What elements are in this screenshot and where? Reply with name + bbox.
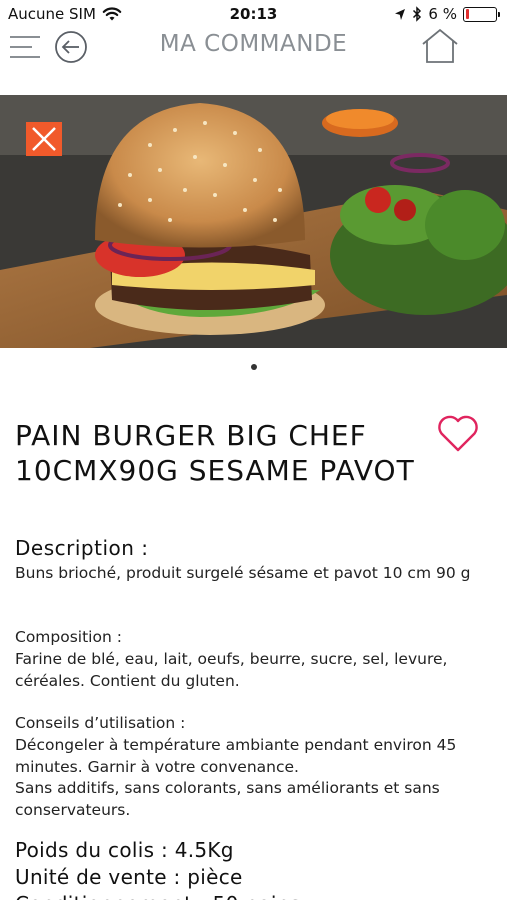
unite-label: Unité de vente : [15,865,181,889]
close-icon[interactable] [26,122,62,156]
battery-level [465,9,469,19]
pager-dot-active[interactable] [251,364,257,370]
conditionnement-line: Conditionnement : 50 pains [15,891,300,900]
status-right: 6 % [394,5,500,23]
description-heading: Description : [15,536,149,560]
battery-icon [463,6,500,22]
composition-label: Composition : [15,628,122,646]
location-icon [395,8,406,20]
poids-label: Poids du colis : [15,838,169,862]
product-title: PAIN BURGER BIG CHEF 10CMX90G SESAME PAV… [15,419,415,487]
description-text: Buns brioché, produit surgelé sésame et … [15,564,471,582]
unite-line: Unité de vente : pièce [15,864,243,891]
battery-percent: 6 % [428,5,457,23]
heart-icon[interactable] [436,414,480,454]
status-bar: Aucune SIM 20:13 6 % [0,0,507,28]
bluetooth-icon [413,6,422,22]
poids-value: 4.5Kg [174,838,234,862]
poids-line: Poids du colis : 4.5Kg [15,837,234,864]
unite-value: pièce [187,865,243,889]
conseils-text: Décongeler à température ambiante pendan… [15,736,457,776]
conseils-extra-text: Sans additifs, sans colorants, sans amél… [15,779,440,819]
home-icon[interactable] [421,28,459,64]
nav-bar: MA COMMANDE [0,28,507,68]
conseils-label: Conseils d’utilisation : [15,714,186,732]
product-image[interactable] [0,95,507,348]
composition-text: Farine de blé, eau, lait, oeufs, beurre,… [15,650,448,690]
burger-image [0,95,507,348]
